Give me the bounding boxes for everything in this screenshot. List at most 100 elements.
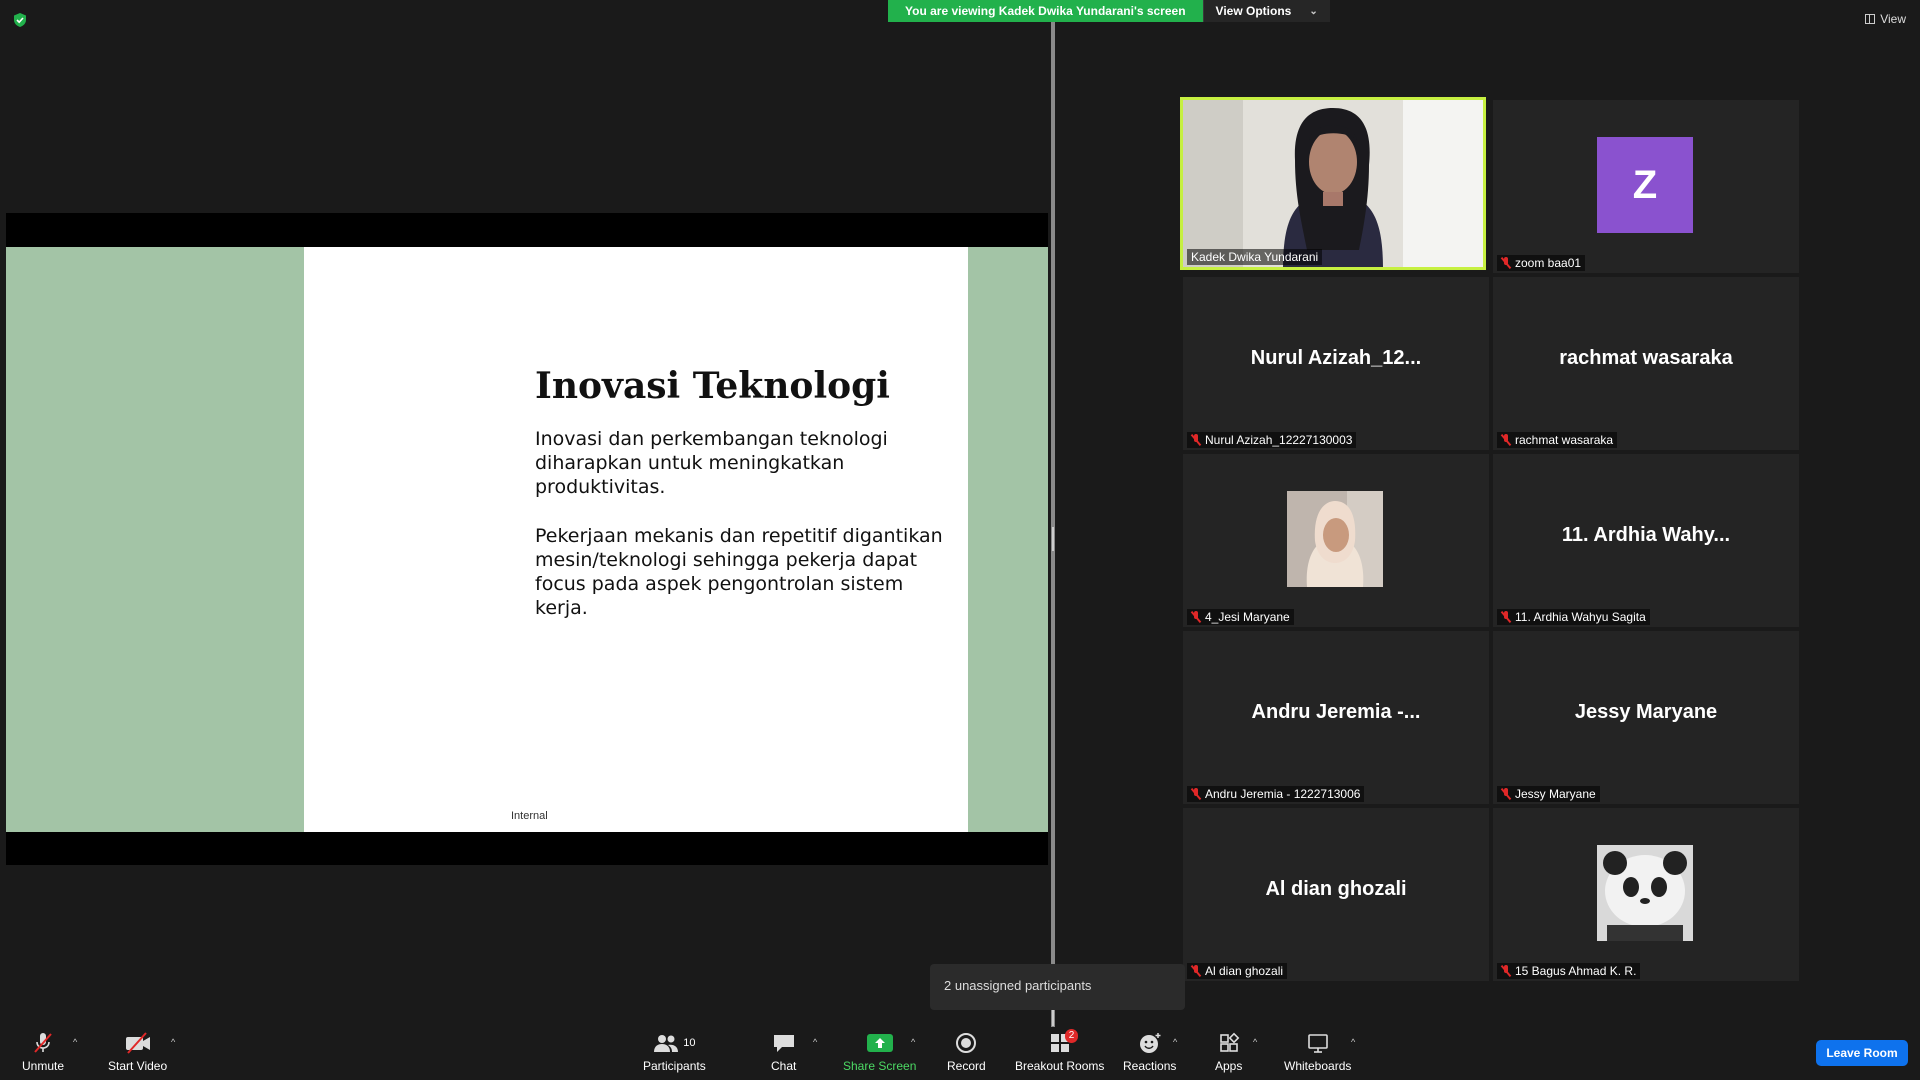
leave-room-button[interactable]: Leave Room [1816,1040,1908,1066]
video-options-caret-icon[interactable]: ^ [171,1037,175,1047]
participant-name: Jessy Maryane [1515,787,1596,801]
zoom-meeting-window: You are viewing Kadek Dwika Yundarani's … [0,0,1920,1080]
start-video-button[interactable]: Start Video [108,1031,167,1073]
unmute-button[interactable]: Unmute [22,1031,64,1073]
participant-name-label: Nurul Azizah_12227130003 [1187,432,1357,448]
screen-share-banner: You are viewing Kadek Dwika Yundarani's … [888,0,1330,22]
participant-name-label: Kadek Dwika Yundarani [1187,249,1323,265]
breakout-rooms-button[interactable]: 2 Breakout Rooms [1015,1029,1105,1073]
chat-button[interactable]: Chat [771,1031,796,1073]
participant-display-name: rachmat wasaraka [1559,347,1733,369]
encryption-shield-icon[interactable] [12,12,28,28]
participant-name-label: zoom baa01 [1497,255,1586,271]
participant-name: 15 Bagus Ahmad K. R. [1515,964,1637,978]
participant-tile[interactable]: 4_Jesi Maryane [1183,454,1489,627]
participant-name-label: 4_Jesi Maryane [1187,609,1294,625]
record-label: Record [947,1059,986,1073]
view-button[interactable]: View [1865,12,1906,26]
participant-name: 11. Ardhia Wahyu Sagita [1515,610,1646,624]
slide-footer: Internal [511,810,548,822]
whiteboard-icon [1307,1034,1328,1053]
apps-options-caret-icon[interactable]: ^ [1253,1037,1257,1047]
avatar [1287,491,1383,587]
mic-muted-icon [1501,434,1511,446]
record-icon [956,1033,977,1053]
breakout-rooms-badge: 2 [1064,1029,1079,1043]
participant-tile[interactable]: Jessy Maryane Jessy Maryane [1493,631,1799,804]
video-camera-off-icon [125,1032,150,1054]
start-video-label: Start Video [108,1059,168,1073]
breakout-rooms-label: Breakout Rooms [1015,1059,1105,1073]
shared-screen[interactable]: Inovasi Teknologi Inovasi dan perkembang… [6,213,1048,865]
participant-tile[interactable]: Z zoom baa01 [1493,100,1799,273]
mic-muted-icon [1501,965,1511,977]
speaker-video-frame [1183,100,1483,267]
participant-display-name: Jessy Maryane [1574,701,1718,723]
apps-icon [1219,1032,1240,1052]
participant-display-name: Al dian ghozali [1265,878,1407,900]
arrow-up-icon [874,1038,885,1048]
participant-name: Al dian ghozali [1205,964,1284,978]
participant-tile[interactable]: 11. Ardhia Wahy... 11. Ardhia Wahyu Sagi… [1493,454,1799,627]
participant-name: zoom baa01 [1515,256,1582,270]
participant-display-name: Andru Jeremia -... [1251,701,1421,723]
unassigned-participants-popover[interactable]: 2 unassigned participants [930,964,1185,1010]
whiteboards-label: Whiteboards [1284,1059,1352,1073]
split-view-divider[interactable] [1051,22,1055,1027]
mic-muted-icon [1191,434,1201,446]
participant-name-label: Jessy Maryane [1497,786,1600,802]
participants-icon [654,1035,679,1052]
mic-muted-icon [1191,611,1201,623]
presentation-slide: Inovasi Teknologi Inovasi dan perkembang… [6,247,1048,832]
participant-display-name: Nurul Azizah_12... [1250,347,1422,369]
unmute-label: Unmute [22,1059,65,1073]
participant-tile[interactable]: Kadek Dwika Yundarani [1180,97,1486,270]
participants-button[interactable]: 10 Participants [643,1031,706,1073]
share-screen-button[interactable]: Share Screen [843,1031,916,1073]
participant-tile[interactable]: 15 Bagus Ahmad K. R. [1493,808,1799,981]
slide-paragraph: Inovasi dan perkembangan teknologi dihar… [535,428,888,498]
popover-pointer [1052,1010,1054,1026]
participant-name: Andru Jeremia - 1222713006 [1205,787,1361,801]
view-options-label: View Options [1215,4,1292,18]
slide-content-area: Inovasi Teknologi Inovasi dan perkembang… [304,247,968,832]
reactions-options-caret-icon[interactable]: ^ [1173,1037,1177,1047]
avatar: Z [1597,137,1693,233]
whiteboards-button[interactable]: Whiteboards [1284,1031,1351,1073]
whiteboards-options-caret-icon[interactable]: ^ [1351,1037,1355,1047]
mic-muted-icon [1191,788,1201,800]
audio-options-caret-icon[interactable]: ^ [73,1037,77,1047]
participant-name-label: Al dian ghozali [1187,963,1288,979]
chat-bubble-icon [773,1035,794,1052]
viewing-screen-text: You are viewing Kadek Dwika Yundarani's … [888,0,1203,22]
participants-label: Participants [643,1059,706,1073]
reactions-button[interactable]: Reactions [1123,1031,1176,1073]
reactions-label: Reactions [1123,1059,1177,1073]
share-screen-label: Share Screen [843,1059,917,1073]
view-button-label: View [1880,12,1906,26]
participant-tile[interactable]: Nurul Azizah_12... Nurul Azizah_12227130… [1183,277,1489,450]
share-options-caret-icon[interactable]: ^ [911,1037,915,1047]
divider-handle[interactable] [1052,527,1054,551]
participant-name-label: 15 Bagus Ahmad K. R. [1497,963,1641,979]
mic-muted-icon [1501,788,1511,800]
apps-button[interactable]: Apps [1215,1031,1242,1073]
participant-display-name: 11. Ardhia Wahy... [1561,524,1731,546]
participant-tile[interactable]: Al dian ghozali Al dian ghozali [1183,808,1489,981]
participants-count: 10 [683,1037,696,1049]
layout-grid-icon [1865,14,1876,24]
record-button[interactable]: Record [947,1031,986,1073]
reactions-smiley-icon [1139,1033,1161,1053]
participant-name: rachmat wasaraka [1515,433,1614,447]
participant-name-label: 11. Ardhia Wahyu Sagita [1497,609,1650,625]
participant-name-label: rachmat wasaraka [1497,432,1618,448]
participant-tile[interactable]: Andru Jeremia -... Andru Jeremia - 12227… [1183,631,1489,804]
chat-options-caret-icon[interactable]: ^ [813,1037,817,1047]
avatar [1597,845,1693,941]
share-screen-arrow-icon [866,1034,893,1052]
view-options-button[interactable]: View Options ⌄ [1202,0,1330,22]
participant-name: 4_Jesi Maryane [1205,610,1290,624]
participant-name: Kadek Dwika Yundarani [1191,250,1319,264]
mic-muted-icon [1501,257,1511,269]
participant-tile[interactable]: rachmat wasaraka rachmat wasaraka [1493,277,1799,450]
